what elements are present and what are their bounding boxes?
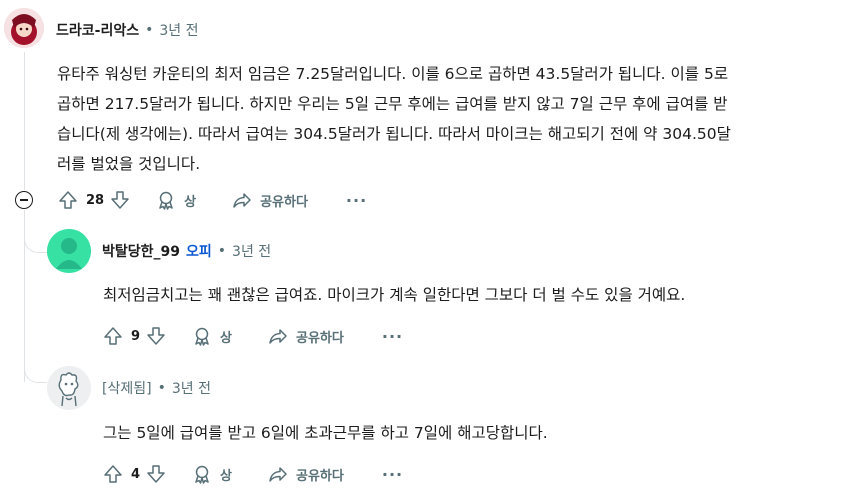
more-options-button[interactable]: ···: [346, 191, 367, 210]
downvote-button[interactable]: [146, 326, 166, 346]
thread-branch-2: [24, 358, 47, 383]
op-badge: 오피: [186, 244, 212, 260]
comment-body-line: 러를 벌었을 것입니다.: [57, 155, 201, 173]
upvote-icon: [59, 191, 77, 209]
upvote-button[interactable]: [103, 326, 123, 346]
share-icon: [269, 329, 287, 344]
comment-actions: 4 상 공유하다 ···: [103, 462, 403, 486]
downvote-icon: [147, 465, 165, 483]
share-label: 공유하다: [296, 330, 344, 346]
downvote-button[interactable]: [110, 190, 130, 210]
collapse-icon: [20, 199, 28, 201]
deleted-user-avatar-icon: [47, 366, 91, 410]
award-button[interactable]: 상: [192, 464, 232, 484]
upvote-button[interactable]: [58, 190, 78, 210]
thread-branch-1: [24, 228, 47, 253]
vote-count: 9: [131, 328, 141, 344]
timestamp[interactable]: 3년 전: [232, 241, 271, 261]
upvote-icon: [104, 327, 122, 345]
comment-body: 최저임금치고는 꽤 괜찮은 급여죠. 마이크가 계속 일한다면 그보다 더 벌 …: [103, 286, 686, 304]
more-options-button[interactable]: ···: [382, 465, 403, 484]
share-icon: [269, 467, 287, 482]
comment-body-line: 유타주 워싱턴 카운티의 최저 임금은 7.25달러입니다. 이를 6으로 곱하…: [57, 65, 729, 83]
timestamp[interactable]: 3년 전: [159, 20, 198, 40]
downvote-button[interactable]: [146, 464, 166, 484]
avatar[interactable]: [47, 229, 91, 273]
downvote-icon: [147, 327, 165, 345]
award-button[interactable]: 상: [156, 190, 196, 210]
award-label: 상: [220, 330, 233, 346]
comment-body-line: 곱하면 217.5달러가 됩니다. 하지만 우리는 5일 근무 후에는 급여를 …: [57, 95, 728, 113]
share-button[interactable]: 공유하다: [232, 190, 308, 210]
award-label: 상: [220, 468, 233, 484]
share-button[interactable]: 공유하다: [268, 326, 344, 346]
comment-meta: [삭제됨] • 3년 전: [102, 378, 211, 398]
avatar-image: [4, 8, 44, 48]
meta-separator: •: [217, 243, 227, 259]
avatar[interactable]: [4, 8, 44, 48]
award-button[interactable]: 상: [192, 326, 232, 346]
author-name: [삭제됨]: [102, 381, 152, 397]
timestamp[interactable]: 3년 전: [172, 378, 211, 398]
collapse-thread-button[interactable]: [15, 191, 33, 209]
comment-actions: 28 상 공유하다 ···: [58, 188, 367, 212]
vote-count: 4: [131, 466, 141, 482]
comment-body: 그는 5일에 급여를 받고 6일에 초과근무를 하고 7일에 해고당합니다.: [103, 424, 548, 442]
award-icon: [195, 327, 209, 346]
award-icon: [195, 465, 209, 484]
more-options-button[interactable]: ···: [382, 327, 403, 346]
comment-meta: 드라코-리악스 • 3년 전: [56, 20, 198, 40]
comment-body-line: 습니다(제 생각에는). 따라서 급여는 304.5달러가 됩니다. 따라서 마…: [57, 125, 731, 143]
vote-count: 28: [86, 192, 105, 208]
share-button[interactable]: 공유하다: [268, 464, 344, 484]
share-label: 공유하다: [260, 194, 308, 210]
meta-separator: •: [157, 380, 166, 396]
upvote-icon: [104, 465, 122, 483]
author-name[interactable]: 드라코-리악스: [56, 20, 139, 40]
share-icon: [233, 193, 251, 208]
avatar-image: [47, 229, 91, 273]
meta-separator: •: [145, 22, 154, 38]
award-icon: [159, 191, 173, 210]
award-label: 상: [184, 194, 197, 210]
author-name[interactable]: 박탈당한_99: [102, 241, 180, 261]
share-label: 공유하다: [296, 468, 344, 484]
comment-body: 유타주 워싱턴 카운티의 최저 임금은 7.25달러입니다. 이를 6으로 곱하…: [57, 59, 837, 179]
comment-actions: 9 상 공유하다 ···: [103, 324, 403, 348]
downvote-icon: [111, 191, 129, 209]
avatar: [47, 366, 91, 410]
comment-meta: 박탈당한_99 오피 • 3년 전: [102, 241, 271, 261]
thread-line-main: [24, 52, 25, 190]
upvote-button[interactable]: [103, 464, 123, 484]
